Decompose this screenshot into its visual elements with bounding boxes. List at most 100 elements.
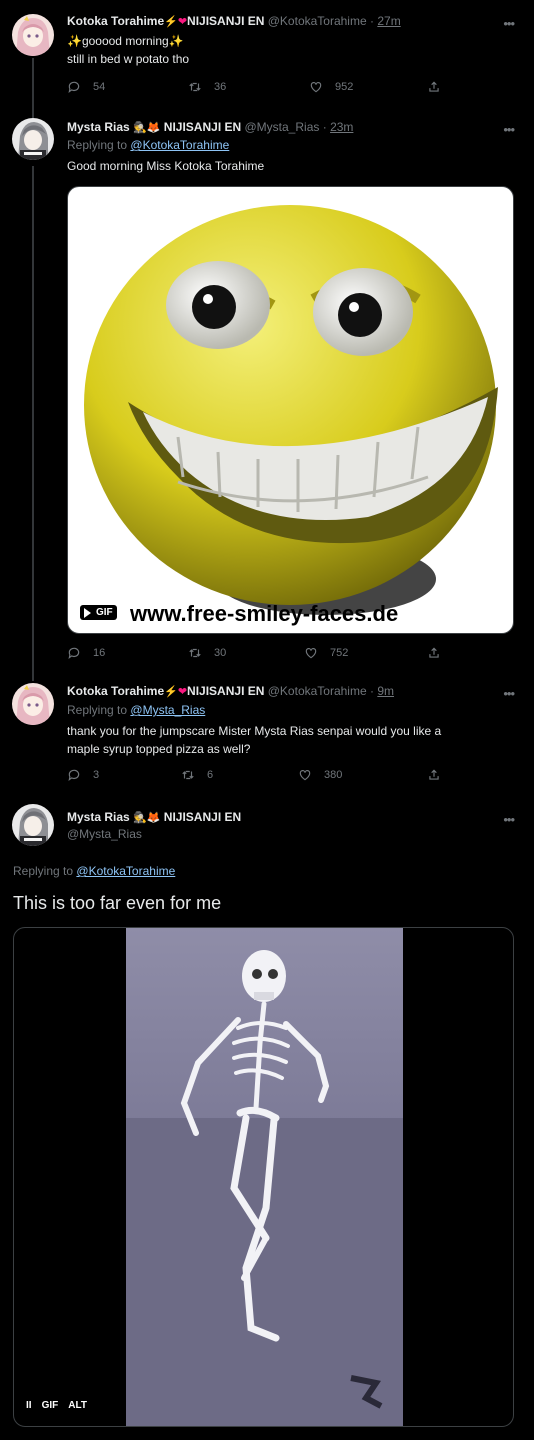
gif-media[interactable]: www.free-smiley-faces.de GIF <box>67 186 514 634</box>
share-icon <box>429 81 439 92</box>
gif-badge[interactable]: GIF <box>80 605 117 620</box>
replying-to: Replying to @KotokaTorahime <box>67 138 229 153</box>
tweet-text-line-1: thank you for the jumpscare Mister Mysta… <box>67 724 442 738</box>
retweet-button[interactable]: 36 <box>188 80 226 94</box>
tweet-text: thank you for the jumpscare Mister Mysta… <box>67 722 507 758</box>
retweet-icon <box>182 770 194 780</box>
reply-count: 54 <box>93 81 106 93</box>
alt-text-button[interactable]: ALT <box>68 1400 87 1411</box>
avatar[interactable] <box>12 683 54 725</box>
more-options-icon[interactable]: ••• <box>503 122 515 137</box>
more-options-icon[interactable]: ••• <box>503 16 515 31</box>
tweet-header: Mysta Rias 🕵🦊 NIJISANJI EN @Mysta_Rias ·… <box>67 120 353 136</box>
more-options-icon[interactable]: ••• <box>503 812 515 827</box>
gif-label: GIF <box>96 607 113 618</box>
tweet-text: Good morning Miss Kotoka Torahime <box>67 159 265 173</box>
reply-button[interactable]: 54 <box>67 80 105 94</box>
display-name[interactable]: Kotoka Torahime <box>67 14 164 28</box>
gif-controls: II GIF ALT <box>22 1398 91 1413</box>
replying-to: Replying to @Mysta_Rias <box>67 703 205 718</box>
heart-icon <box>299 770 311 781</box>
handle[interactable]: @KotokaTorahime <box>268 684 367 698</box>
handle-line: @Mysta_Rias <box>67 827 142 842</box>
tweet-2[interactable]: Mysta Rias 🕵🦊 NIJISANJI EN @Mysta_Rias ·… <box>0 112 534 675</box>
tweet-actions: 3 6 380 <box>67 768 445 784</box>
share-button[interactable] <box>427 768 441 782</box>
retweet-count: 36 <box>214 81 227 93</box>
heart-emoji-icon: ❤ <box>177 686 188 698</box>
dancing-skeleton-image <box>126 928 403 1426</box>
like-button[interactable]: 380 <box>298 768 342 782</box>
more-options-icon[interactable]: ••• <box>503 686 515 701</box>
share-button[interactable] <box>427 80 441 94</box>
avatar[interactable] <box>12 804 54 846</box>
display-name[interactable]: Mysta Rias <box>67 120 130 134</box>
detective-emoji-icon: 🕵 <box>133 122 147 134</box>
separator: · <box>370 14 374 28</box>
retweet-icon <box>189 648 201 658</box>
replying-to-label: Replying to <box>67 138 128 152</box>
retweet-count: 6 <box>207 769 214 781</box>
heart-icon <box>310 82 322 93</box>
mention-link[interactable]: @KotokaTorahime <box>76 864 175 878</box>
reply-count: 3 <box>93 769 100 781</box>
reply-icon <box>68 647 80 660</box>
reply-button[interactable]: 16 <box>67 646 105 660</box>
reply-count: 16 <box>93 647 106 659</box>
gif-media[interactable]: II GIF ALT <box>13 927 514 1427</box>
avatar[interactable] <box>12 14 54 56</box>
share-icon <box>429 769 439 780</box>
heart-emoji-icon: ❤ <box>177 16 188 28</box>
tweet-1[interactable]: Kotoka Torahime⚡❤NIJISANJI EN @KotokaTor… <box>0 0 534 114</box>
tweet-actions: 16 30 752 <box>67 646 445 662</box>
like-count: 952 <box>335 81 354 93</box>
smiley-face-image <box>84 205 498 615</box>
tweet-header: Kotoka Torahime⚡❤NIJISANJI EN @KotokaTor… <box>67 684 394 700</box>
fox-emoji-icon: 🦊 <box>146 122 161 134</box>
detective-emoji-icon: 🕵 <box>133 812 147 824</box>
tweet-4-focused[interactable]: Mysta Rias 🕵🦊 NIJISANJI EN @Mysta_Rias •… <box>0 795 534 1440</box>
retweet-button[interactable]: 30 <box>188 646 226 660</box>
timestamp[interactable]: 9m <box>377 684 394 698</box>
tweet-header: Kotoka Torahime⚡❤NIJISANJI EN @KotokaTor… <box>67 14 401 30</box>
lightning-emoji-icon: ⚡ <box>164 686 178 698</box>
tweet-text-line-2: still in bed w potato tho <box>67 52 190 66</box>
timestamp[interactable]: 27m <box>377 14 400 28</box>
separator: · <box>322 120 327 134</box>
handle[interactable]: @Mysta_Rias <box>67 827 142 841</box>
affiliation: NIJISANJI EN <box>187 14 265 28</box>
mention-link[interactable]: @KotokaTorahime <box>130 138 229 152</box>
reply-icon <box>68 81 80 94</box>
like-count: 380 <box>324 769 343 781</box>
watermark-text: www.free-smiley-faces.de <box>130 601 399 626</box>
reply-button[interactable]: 3 <box>67 768 99 782</box>
replying-to: Replying to @KotokaTorahime <box>13 864 175 879</box>
share-icon <box>429 647 439 658</box>
retweet-count: 30 <box>214 647 227 659</box>
handle[interactable]: @KotokaTorahime <box>268 14 367 28</box>
like-button[interactable]: 952 <box>309 80 353 94</box>
display-name[interactable]: Mysta Rias <box>67 810 130 824</box>
handle[interactable]: @Mysta_Rias <box>245 120 320 134</box>
heart-icon <box>305 648 317 659</box>
affiliation: NIJISANJI EN <box>163 120 242 134</box>
pause-icon[interactable]: II <box>26 1400 32 1411</box>
affiliation: NIJISANJI EN <box>163 810 242 824</box>
share-button[interactable] <box>427 646 441 660</box>
tweet-header: Mysta Rias 🕵🦊 NIJISANJI EN <box>67 810 241 826</box>
like-button[interactable]: 752 <box>304 646 348 660</box>
avatar[interactable] <box>12 118 54 160</box>
display-name[interactable]: Kotoka Torahime <box>67 684 164 698</box>
play-icon[interactable] <box>84 607 91 618</box>
retweet-button[interactable]: 6 <box>181 768 213 782</box>
reply-icon <box>68 769 80 782</box>
tweet-text-line-2: maple syrup topped pizza as well? <box>67 742 251 756</box>
fox-emoji-icon: 🦊 <box>146 812 161 824</box>
timestamp[interactable]: 23m <box>330 120 353 134</box>
thread-line <box>32 166 34 675</box>
retweet-icon <box>189 82 201 92</box>
replying-to-label: Replying to <box>13 864 74 878</box>
gif-label: GIF <box>41 1400 59 1411</box>
mention-link[interactable]: @Mysta_Rias <box>130 703 205 717</box>
tweet-3[interactable]: Kotoka Torahime⚡❤NIJISANJI EN @KotokaTor… <box>0 675 534 795</box>
